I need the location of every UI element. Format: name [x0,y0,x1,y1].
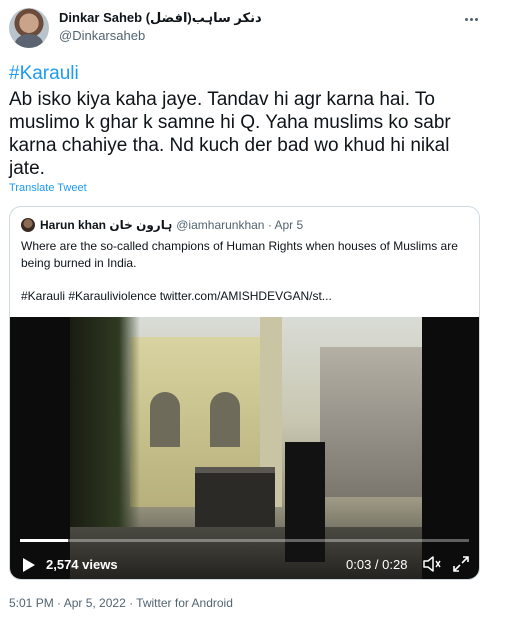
tweet-timestamp[interactable]: 5:01 PM · Apr 5, 2022 · Twitter for Andr… [9,596,233,610]
fullscreen-icon[interactable] [452,555,470,573]
video-controls: 2,574 views 0:03 / 0:28 [10,547,479,579]
hashtag-link[interactable]: #Karauli [9,62,79,86]
author-display-name[interactable]: Dinkar Saheb (افضل)دنکر ساہب [59,9,459,27]
tweet-text: Ab isko kiya kaha jaye. Tandav hi agr ka… [9,89,451,179]
view-count: 2,574 views [46,557,118,572]
translate-tweet-link[interactable]: Translate Tweet [9,182,87,194]
video-time: 0:03 / 0:28 [346,557,408,572]
quoted-author-meta: @iamharunkhan · Apr 5 [176,218,304,232]
play-icon[interactable] [22,557,36,573]
quoted-tweet-text: Where are the so-called champions of Hum… [21,239,458,270]
volume-icon[interactable] [422,555,442,573]
building-right [320,347,422,497]
quoted-author-name[interactable]: Harun khan ہارون خان [40,218,172,232]
video-progress-fill [20,539,69,542]
video-player[interactable]: 2,574 views 0:03 / 0:28 [10,317,479,579]
quoted-tweet-header: Harun khan ہارون خان @iamharunkhan · Apr… [21,217,303,233]
more-options-icon[interactable] [460,10,482,28]
author-block[interactable]: Dinkar Saheb (افضل)دنکر ساہب @Dinkarsahe… [59,9,459,45]
tweet: Dinkar Saheb (افضل)دنکر ساہب @Dinkarsahe… [0,0,512,621]
quoted-tweet-links[interactable]: #Karauli #Karauliviolence twitter.com/AM… [21,289,332,303]
video-progress-bar[interactable] [20,539,469,542]
foreground-figure [285,442,325,562]
quoted-author-avatar[interactable] [21,218,35,232]
quoted-tweet[interactable]: Harun khan ہارون خان @iamharunkhan · Apr… [9,206,480,580]
author-avatar[interactable] [9,8,49,48]
author-handle[interactable]: @Dinkarsaheb [59,27,459,45]
